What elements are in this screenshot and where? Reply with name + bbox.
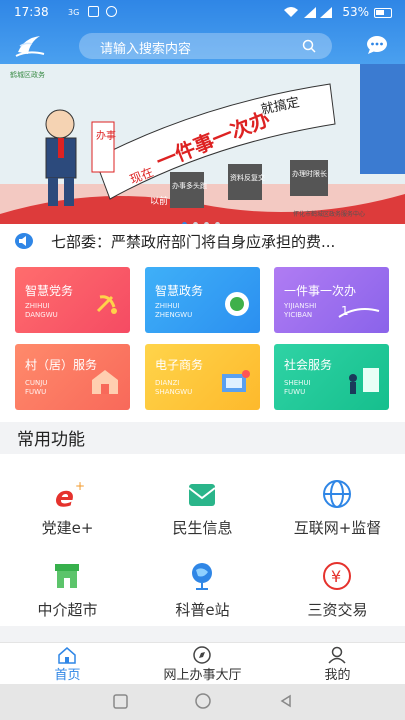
function-label: 三资交易: [307, 601, 368, 619]
service-title: 社会服务: [284, 358, 333, 372]
service-title: 智慧政务: [155, 284, 204, 298]
function-label: 互联网+监督: [293, 519, 382, 537]
envelope-icon: [188, 484, 216, 506]
service-card-onestop[interactable]: 一件事一次办 YIJIANSHI YICIBAN 1: [274, 267, 389, 333]
banner-footnote: 怀化市鹤城区政务服务中心: [293, 211, 366, 218]
image-icon: [88, 6, 99, 17]
tab-online-hall[interactable]: 网上办事大厅: [135, 643, 270, 685]
app-header: 17:38 3G 53% 请输入搜索内容: [0, 0, 405, 64]
people-illustration-icon: [349, 368, 379, 394]
svg-text:+: +: [75, 479, 85, 493]
recent-apps-icon[interactable]: [113, 694, 128, 709]
chat-icon[interactable]: [366, 35, 388, 55]
tab-mine[interactable]: 我的: [270, 643, 405, 685]
service-pinyin: CUNJU FUWU: [25, 379, 48, 396]
function-science-station[interactable]: 科普e站: [135, 546, 270, 619]
battery-icon: [374, 8, 392, 18]
banner-sign-right: 办理时限长: [292, 169, 327, 178]
service-pinyin: DIANZI SHANGWU: [155, 379, 193, 396]
globe-stand-icon: [192, 563, 212, 590]
tab-label: 网上办事大厅: [163, 668, 242, 683]
service-card-social[interactable]: 社会服务 SHEHUI FUWU: [274, 344, 389, 410]
banner-sign-left: 办事多头跑: [172, 181, 207, 190]
service-pinyin: SHEHUI FUWU: [284, 379, 311, 396]
back-icon[interactable]: [280, 694, 291, 708]
svg-text:¥: ¥: [331, 567, 341, 586]
shop-illustration-icon: [222, 370, 250, 392]
news-ticker[interactable]: 七部委：严禁政府部门将自身应承担的费...: [0, 224, 405, 258]
system-nav-icons: [113, 693, 291, 709]
signal-icon: [304, 7, 316, 18]
compass-icon: [193, 646, 211, 664]
service-card-ecommerce[interactable]: 电子商务 DIANZI SHANGWU: [145, 344, 260, 410]
banner-org: 鹤城区政务: [10, 71, 45, 79]
home-button-icon[interactable]: [195, 693, 211, 709]
banner-past: 以前: [150, 195, 168, 207]
tab-label: 我的: [324, 668, 351, 683]
banner-sign-mid: 资料反复交: [230, 173, 265, 182]
search-input[interactable]: 请输入搜索内容: [79, 33, 332, 59]
function-party-e[interactable]: e + 党建e+: [0, 464, 135, 537]
svg-text:1: 1: [341, 304, 349, 318]
system-nav-bar: [0, 684, 405, 720]
message-icon: [106, 6, 117, 17]
section-title: 常用功能: [17, 430, 85, 450]
battery-percent: 53%: [342, 5, 369, 19]
banner-illustration: 现在 一件事一次办 就搞定 办事 办事多头跑 资料反复交 办理时限长 以前: [0, 64, 405, 224]
store-icon: [55, 564, 79, 588]
one-stop-icon: 1: [338, 304, 380, 318]
service-card-party[interactable]: 智慧党务 ZHIHUI DANGWU: [15, 267, 130, 333]
section-header: 常用功能: [0, 422, 405, 454]
gov-emblem-icon: [225, 292, 249, 316]
service-title: 村（居）服务: [25, 358, 98, 372]
status-time: 17:38: [14, 5, 49, 19]
function-label: 中介超市: [37, 601, 98, 619]
banner-badge-sign: [91, 121, 115, 173]
service-pinyin: YIJIANSHI YICIBAN: [284, 302, 317, 319]
sign-right: [290, 160, 328, 196]
svg-text:e: e: [55, 480, 74, 510]
signal-icon: [320, 7, 332, 18]
network-badge: 3G: [68, 8, 80, 17]
tab-label: 首页: [54, 668, 81, 683]
status-bar: 17:38 3G 53%: [0, 0, 405, 26]
banner-badge: 办事: [96, 129, 116, 142]
globe-icon: [323, 480, 351, 508]
home-icon: [58, 647, 76, 664]
service-title: 电子商务: [155, 358, 204, 372]
e-plus-icon: e +: [55, 479, 85, 510]
function-agency-market[interactable]: 中介超市: [0, 546, 135, 619]
user-icon: [328, 646, 346, 664]
speaker-icon: [15, 233, 33, 249]
search-placeholder: 请输入搜索内容: [100, 42, 192, 57]
service-title: 一件事一次办: [284, 284, 357, 298]
service-grid: 智慧党务 ZHIHUI DANGWU 智慧政务 ZHIHUI ZHENGWU 一件事…: [0, 258, 405, 422]
sign-left: [170, 172, 204, 208]
function-livelihood[interactable]: 民生信息: [135, 464, 270, 537]
app-logo[interactable]: [14, 32, 46, 58]
function-asset-trading[interactable]: ¥ 三资交易: [270, 546, 405, 619]
function-grid: e + 党建e+ 民生信息 互联网+监督 中介超市 科普e站 ¥ 三资交易: [0, 454, 405, 626]
function-label: 民生信息: [172, 519, 233, 537]
wifi-icon: [284, 7, 298, 17]
function-label: 党建e+: [41, 519, 94, 537]
sign-mid: [228, 164, 262, 200]
house-icon: [92, 370, 118, 394]
party-emblem-icon: [96, 295, 117, 314]
service-card-community[interactable]: 村（居）服务 CUNJU FUWU: [15, 344, 130, 410]
service-card-gov[interactable]: 智慧政务 ZHIHUI ZHENGWU: [145, 267, 260, 333]
news-ticker-text: 七部委：严禁政府部门将自身应承担的费...: [51, 233, 336, 251]
tab-home[interactable]: 首页: [0, 643, 135, 685]
function-label: 科普e站: [175, 601, 230, 619]
promo-banner[interactable]: 现在 一件事一次办 就搞定 办事 办事多头跑 资料反复交 办理时限长 以前 鹤城…: [0, 64, 405, 224]
service-title: 智慧党务: [25, 284, 74, 298]
function-internet-supervision[interactable]: 互联网+监督: [270, 464, 405, 537]
search-icon[interactable]: [302, 39, 316, 53]
service-pinyin: ZHIHUI DANGWU: [25, 302, 58, 319]
service-pinyin: ZHIHUI ZHENGWU: [155, 302, 193, 319]
bottom-tab-bar: 首页 网上办事大厅 我的: [0, 642, 405, 684]
yuan-coin-icon: ¥: [323, 562, 351, 590]
